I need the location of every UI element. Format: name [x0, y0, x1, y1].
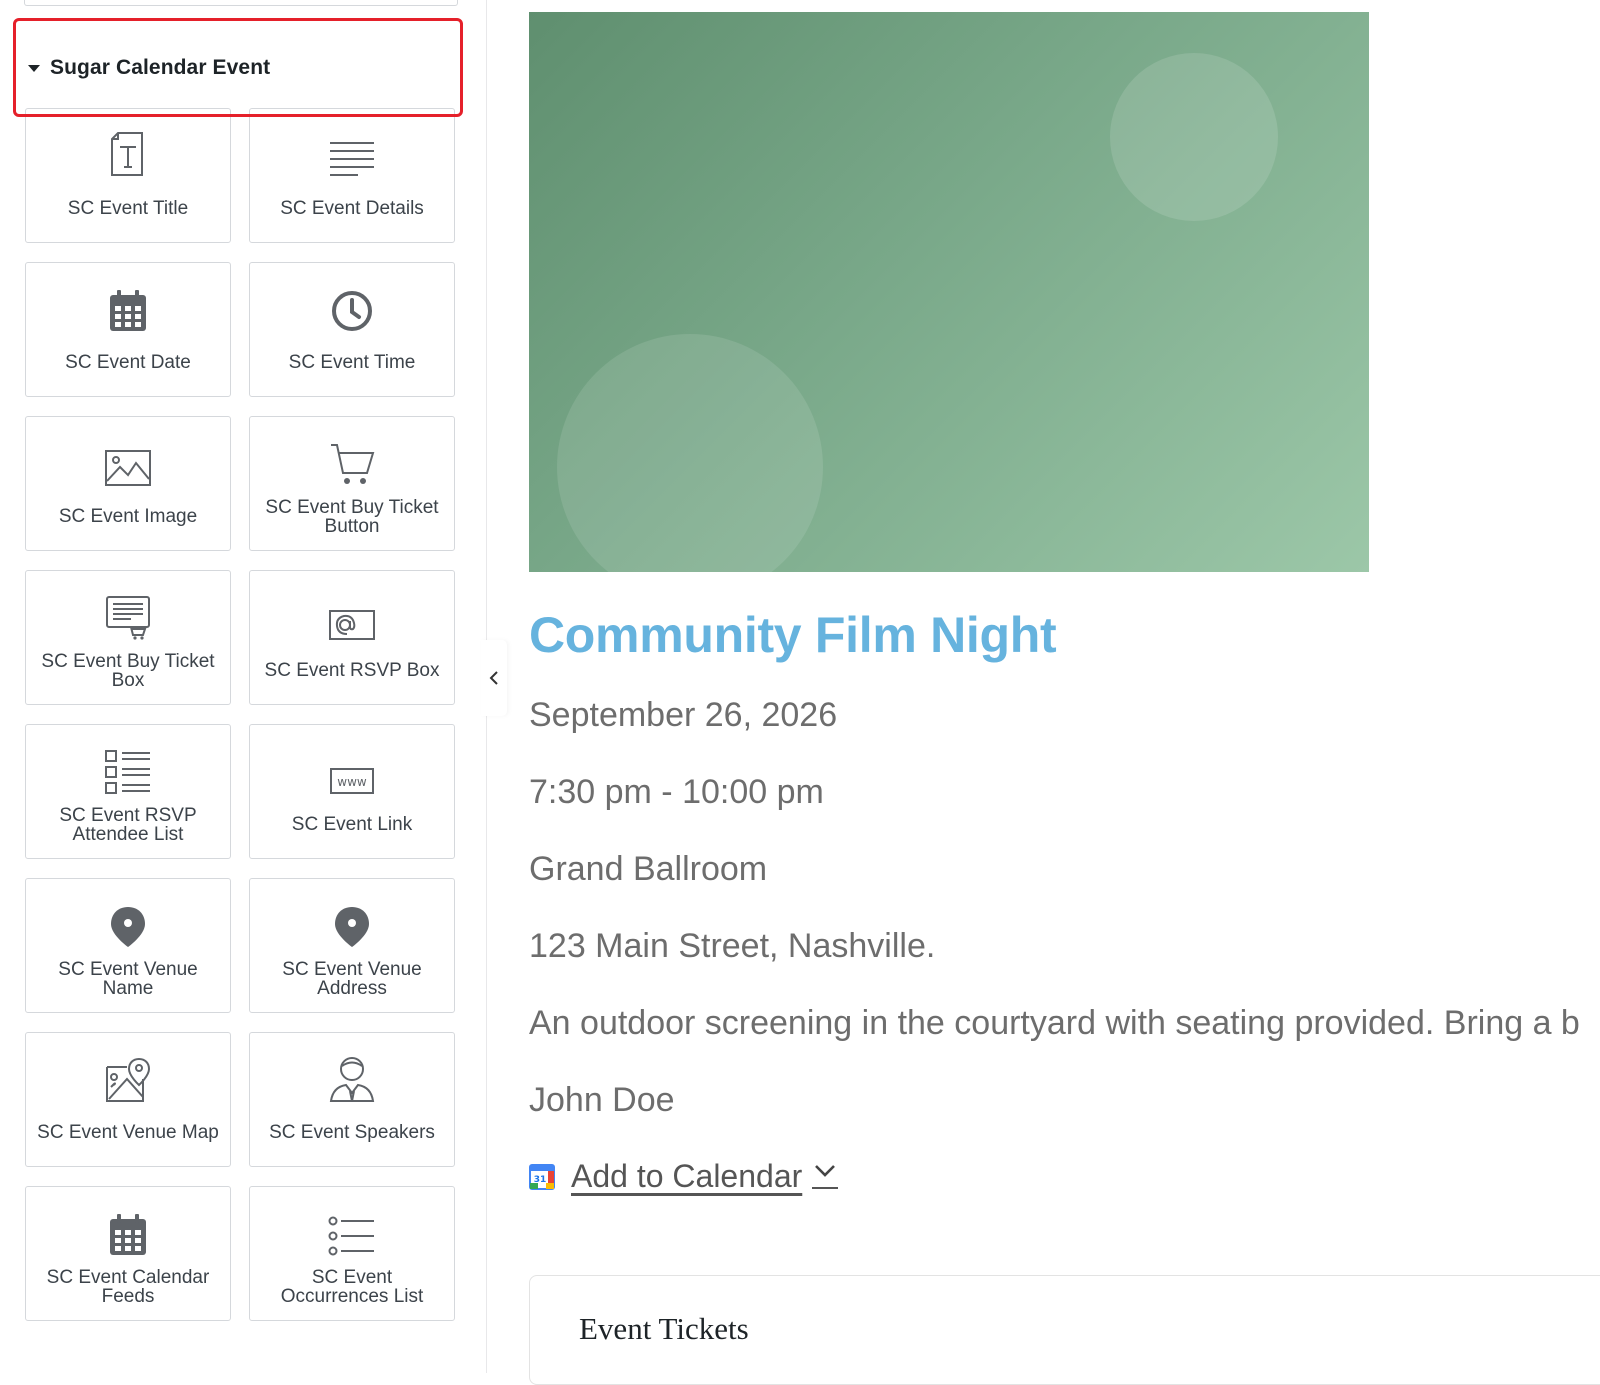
widget-label: SC Event Date: [65, 352, 191, 373]
calendar-icon: [110, 1214, 146, 1255]
list-icon: [328, 1216, 374, 1256]
text-icon: [111, 132, 143, 176]
widget-sc-event-calendar-feeds[interactable]: SC Event Calendar Feeds: [25, 1186, 231, 1321]
search-box-edge: [24, 0, 458, 6]
widget-sc-event-time[interactable]: SC Event Time: [249, 262, 455, 397]
align-lines-icon: [330, 142, 374, 176]
widget-label: SC Event Occurrences List: [280, 1266, 424, 1307]
event-image: [529, 12, 1369, 572]
widget-sc-event-rsvp-attendee-list[interactable]: SC Event RSVP Attendee List: [25, 724, 231, 859]
widget-sc-event-venue-name[interactable]: SC Event Venue Name: [25, 878, 231, 1013]
widget-sc-event-occurrences-list[interactable]: SC Event Occurrences List: [249, 1186, 455, 1321]
widget-label: SC Event Image: [58, 506, 198, 527]
person-icon: [329, 1057, 375, 1102]
event-venue-address: 123 Main Street, Nashville.: [529, 927, 936, 965]
event-time: 7:30 pm - 10:00 pm: [529, 773, 824, 811]
caret-down-icon: [28, 64, 40, 72]
event-tickets-heading: Event Tickets: [579, 1311, 749, 1346]
widget-sc-event-speakers[interactable]: SC Event Speakers: [249, 1032, 455, 1167]
collapse-panel-button[interactable]: [481, 640, 507, 716]
cart-icon: [331, 444, 375, 484]
event-venue-name: Grand Ballroom: [529, 850, 768, 888]
widget-label: SC Event Title: [67, 198, 189, 219]
widget-sc-event-link[interactable]: www SC Event Link: [249, 724, 455, 859]
map-pin-icon: [335, 907, 369, 947]
widget-label: SC Event Time: [288, 352, 416, 373]
widget-label: SC Event RSVP Box: [264, 660, 440, 681]
widget-sc-event-buy-ticket-button[interactable]: SC Event Buy Ticket Button: [249, 416, 455, 551]
event-date: September 26, 2026: [529, 696, 838, 734]
widget-label: SC Event Venue Name: [58, 958, 198, 999]
clock-icon: [332, 291, 372, 331]
widget-label: SC Event RSVP Attendee List: [59, 804, 197, 845]
widget-sc-event-rsvp-box[interactable]: SC Event RSVP Box: [249, 570, 455, 705]
widget-sc-event-image[interactable]: SC Event Image: [25, 416, 231, 551]
add-to-calendar-link[interactable]: Add to Calendar: [571, 1158, 802, 1195]
decorative-circle: [1110, 53, 1278, 221]
event-speaker: John Doe: [529, 1081, 675, 1119]
widget-label: SC Event Link: [291, 814, 413, 835]
widget-sc-event-title[interactable]: SC Event Title: [25, 108, 231, 243]
category-header[interactable]: Sugar Calendar Event: [26, 56, 270, 80]
decorative-circle: [557, 334, 823, 572]
widget-sc-event-venue-address[interactable]: SC Event Venue Address: [249, 878, 455, 1013]
event-description: An outdoor screening in the courtyard wi…: [529, 1004, 1580, 1042]
widget-sc-event-details[interactable]: SC Event Details: [249, 108, 455, 243]
widget-label: SC Event Venue Map: [37, 1122, 219, 1143]
widget-label: SC Event Buy Ticket Box: [41, 650, 215, 691]
chevron-left-icon: [489, 671, 498, 685]
widget-label: SC Event Venue Address: [282, 958, 422, 999]
widget-label: SC Event Details: [280, 198, 424, 219]
widget-label: SC Event Speakers: [269, 1122, 435, 1143]
google-calendar-icon: 31: [529, 1163, 555, 1190]
event-title: Community Film Night: [529, 607, 1057, 663]
calendar-day-text: 31: [534, 1175, 547, 1185]
widget-sc-event-date[interactable]: SC Event Date: [25, 262, 231, 397]
widget-sc-event-venue-map[interactable]: SC Event Venue Map: [25, 1032, 231, 1167]
image-icon: [105, 450, 151, 486]
widget-label: SC Event Buy Ticket Button: [265, 496, 439, 537]
calendar-icon: [110, 290, 146, 331]
widget-sc-event-buy-ticket-box[interactable]: SC Event Buy Ticket Box: [25, 570, 231, 705]
map-pin-icon: [111, 907, 145, 947]
chevron-down-icon[interactable]: [812, 1164, 839, 1189]
checklist-icon: [105, 750, 150, 794]
svg-text:www: www: [337, 775, 367, 789]
map-icon: [106, 1057, 151, 1102]
category-title: Sugar Calendar Event: [50, 56, 271, 79]
ticket-box-icon: [106, 596, 150, 640]
add-to-calendar[interactable]: 31 Add to Calendar: [529, 1158, 839, 1195]
widget-label: SC Event Calendar Feeds: [46, 1266, 210, 1307]
widget-panel: Sugar Calendar Event SC Event Title SC E…: [0, 0, 487, 1373]
